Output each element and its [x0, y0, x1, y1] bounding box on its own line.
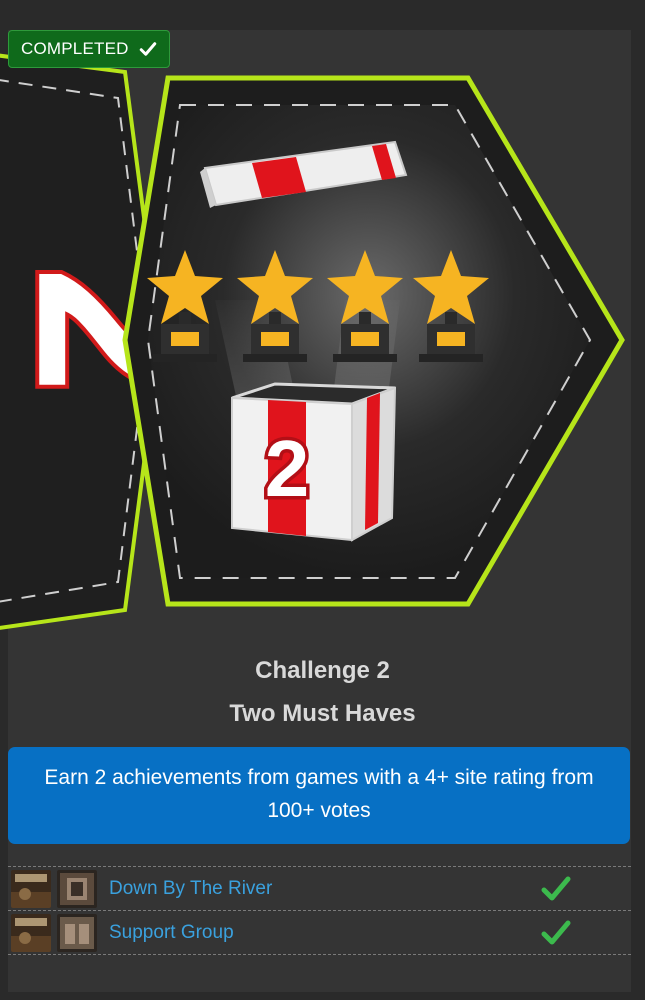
- checkmark-icon: [139, 42, 156, 56]
- challenge-number: Challenge 2: [255, 657, 390, 684]
- game-thumbnail-icon[interactable]: [11, 869, 51, 908]
- challenge-title: Two Must Haves: [229, 700, 416, 727]
- list-item: Down By The River: [8, 866, 631, 910]
- challenge-hero-illustration: 2 2: [0, 53, 625, 630]
- achievement-thumbnail-icon[interactable]: [57, 913, 97, 952]
- checkmark-icon: [541, 920, 571, 945]
- gift-box: 2: [231, 382, 397, 542]
- achievement-link[interactable]: Down By The River: [109, 878, 272, 900]
- completed-badge-label: COMPLETED: [21, 39, 129, 58]
- completed-badge: COMPLETED: [8, 30, 170, 68]
- challenge-box-digit: 2: [265, 424, 310, 513]
- game-thumbnail-icon[interactable]: [11, 913, 51, 952]
- current-challenge-hexagon: 2: [122, 75, 625, 607]
- achievement-thumbnail-icon[interactable]: [57, 869, 97, 908]
- challenge-description: Earn 2 achievements from games with a 4+…: [8, 747, 630, 844]
- list-item: Support Group: [8, 910, 631, 955]
- checkmark-icon: [541, 876, 571, 901]
- achievement-link[interactable]: Support Group: [109, 922, 234, 944]
- challenge-page: 2 2 COMPLETED Challenge 2 Two Must Haves…: [0, 0, 645, 1000]
- achievement-list: Down By The River Support Group: [8, 866, 631, 955]
